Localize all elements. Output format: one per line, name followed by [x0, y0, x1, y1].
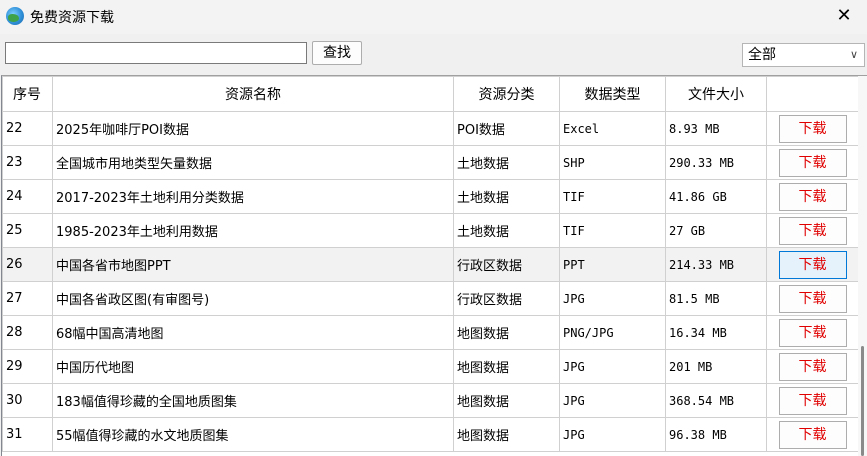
resource-name: 68幅中国高清地图	[52, 315, 454, 350]
download-button[interactable]: 下载	[778, 386, 847, 415]
file-size: 290.33 MB	[665, 145, 767, 180]
download-button[interactable]: 下载	[778, 148, 847, 177]
file-size: 81.5 MB	[665, 281, 767, 316]
column-header-no[interactable]: 序号	[2, 76, 53, 112]
row-number: 24	[2, 179, 53, 214]
scrollbar-thumb[interactable]	[861, 346, 864, 456]
resource-category: 地图数据	[453, 349, 560, 384]
resource-name: 2017-2023年土地利用分类数据	[52, 179, 454, 214]
resource-category: 土地数据	[453, 179, 560, 214]
vertical-scrollbar[interactable]	[858, 76, 867, 456]
resource-category: 地图数据	[453, 383, 560, 418]
chevron-down-icon: ∨	[849, 48, 858, 61]
row-number: 29	[2, 349, 53, 384]
row-number: 26	[2, 247, 53, 282]
download-button[interactable]: 下载	[778, 352, 847, 381]
row-number: 28	[2, 315, 53, 350]
download-button[interactable]: 下载	[778, 284, 847, 313]
resource-category: 地图数据	[453, 315, 560, 350]
resource-category: 地图数据	[453, 417, 560, 452]
column-header-action	[766, 76, 859, 112]
column-header-name[interactable]: 资源名称	[52, 76, 454, 112]
column-header-size[interactable]: 文件大小	[665, 76, 767, 112]
data-type: JPG	[559, 349, 666, 384]
resource-name: 2025年咖啡厅POI数据	[52, 111, 454, 146]
table-row[interactable]: 28 68幅中国高清地图 地图数据 PNG/JPG 16.34 MB 下载	[2, 315, 859, 350]
table-row[interactable]: 30 183幅值得珍藏的全国地质图集 地图数据 JPG 368.54 MB 下载	[2, 383, 859, 418]
resource-name: 中国各省市地图PPT	[52, 247, 454, 282]
row-number: 23	[2, 145, 53, 180]
data-type: JPG	[559, 383, 666, 418]
file-size: 201 MB	[665, 349, 767, 384]
file-size: 8.93 MB	[665, 111, 767, 146]
table-row[interactable]: 25 1985-2023年土地利用数据 土地数据 TIF 27 GB 下载	[2, 213, 859, 248]
row-number: 30	[2, 383, 53, 418]
file-size: 27 GB	[665, 213, 767, 248]
row-number: 31	[2, 417, 53, 452]
table-row[interactable]: 24 2017-2023年土地利用分类数据 土地数据 TIF 41.86 GB …	[2, 179, 859, 214]
data-type: JPG	[559, 281, 666, 316]
title-bar: 免费资源下载 ✕	[0, 0, 867, 34]
table-row[interactable]: 27 中国各省政区图(有审图号) 行政区数据 JPG 81.5 MB 下载	[2, 281, 859, 316]
table-row[interactable]: 22 2025年咖啡厅POI数据 POI数据 Excel 8.93 MB 下载	[2, 111, 859, 146]
data-type: SHP	[559, 145, 666, 180]
file-size: 16.34 MB	[665, 315, 767, 350]
search-button[interactable]: 查找	[312, 41, 362, 65]
download-button[interactable]: 下载	[778, 182, 847, 211]
row-number: 22	[2, 111, 53, 146]
table-row-selected[interactable]: 26 中国各省市地图PPT 行政区数据 PPT 214.33 MB 下载	[2, 247, 859, 282]
data-type: TIF	[559, 179, 666, 214]
data-type: TIF	[559, 213, 666, 248]
data-type: PPT	[559, 247, 666, 282]
data-type: JPG	[559, 417, 666, 452]
window-title: 免费资源下载	[30, 10, 114, 26]
download-button[interactable]: 下载	[778, 420, 847, 449]
table-row[interactable]: 31 55幅值得珍藏的水文地质图集 地图数据 JPG 96.38 MB 下载	[2, 417, 859, 452]
resource-category: POI数据	[453, 111, 560, 146]
column-header-category[interactable]: 资源分类	[453, 76, 560, 112]
file-size: 41.86 GB	[665, 179, 767, 214]
row-number: 27	[2, 281, 53, 316]
data-type: PNG/JPG	[559, 315, 666, 350]
resource-category: 行政区数据	[453, 247, 560, 282]
table-header-row: 序号 资源名称 资源分类 数据类型 文件大小	[2, 76, 859, 112]
resource-name: 中国各省政区图(有审图号)	[52, 281, 454, 316]
resource-table: 序号 资源名称 资源分类 数据类型 文件大小 22 2025年咖啡厅POI数据 …	[1, 75, 867, 456]
download-button[interactable]: 下载	[778, 250, 847, 279]
column-header-type[interactable]: 数据类型	[559, 76, 666, 112]
resource-name: 183幅值得珍藏的全国地质图集	[52, 383, 454, 418]
download-button[interactable]: 下载	[778, 114, 847, 143]
category-select[interactable]: 全部 ∨	[742, 43, 865, 67]
resource-name: 1985-2023年土地利用数据	[52, 213, 454, 248]
globe-icon	[6, 7, 24, 25]
file-size: 214.33 MB	[665, 247, 767, 282]
file-size: 96.38 MB	[665, 417, 767, 452]
download-button[interactable]: 下载	[778, 216, 847, 245]
search-input[interactable]	[5, 42, 307, 64]
close-icon[interactable]: ✕	[821, 0, 867, 34]
resource-category: 土地数据	[453, 145, 560, 180]
row-number: 25	[2, 213, 53, 248]
download-button[interactable]: 下载	[778, 318, 847, 347]
category-select-value: 全部	[748, 47, 776, 63]
resource-name: 中国历代地图	[52, 349, 454, 384]
data-type: Excel	[559, 111, 666, 146]
resource-name: 全国城市用地类型矢量数据	[52, 145, 454, 180]
table-row[interactable]: 23 全国城市用地类型矢量数据 土地数据 SHP 290.33 MB 下载	[2, 145, 859, 180]
file-size: 368.54 MB	[665, 383, 767, 418]
resource-category: 行政区数据	[453, 281, 560, 316]
resource-category: 土地数据	[453, 213, 560, 248]
table-row[interactable]: 29 中国历代地图 地图数据 JPG 201 MB 下载	[2, 349, 859, 384]
resource-name: 55幅值得珍藏的水文地质图集	[52, 417, 454, 452]
